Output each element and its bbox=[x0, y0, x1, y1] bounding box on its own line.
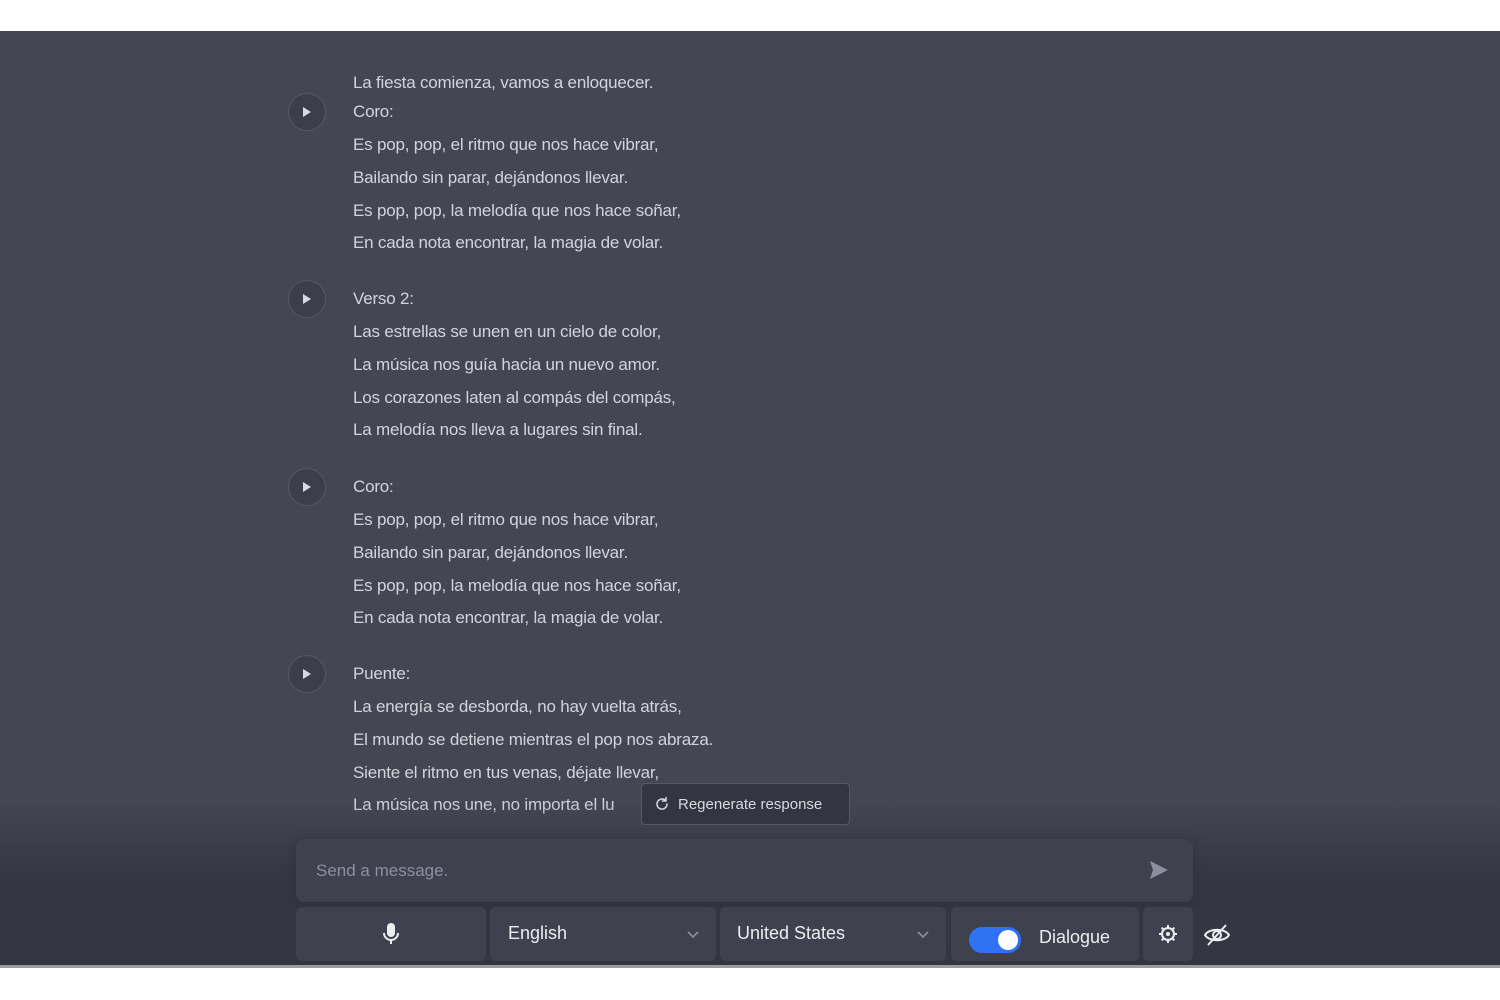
lyric-line: Es pop, pop, el ritmo que nos hace vibra… bbox=[353, 135, 659, 154]
lyric-line: La melodía nos lleva a lugares sin final… bbox=[353, 420, 643, 439]
window-bottom-border bbox=[0, 965, 1500, 968]
stanza-heading: Coro: bbox=[353, 102, 394, 121]
play-icon bbox=[303, 669, 311, 679]
lyric-line: Es pop, pop, la melodía que nos hace soñ… bbox=[353, 576, 681, 595]
stanza-heading: Coro: bbox=[353, 477, 394, 496]
chevron-down-icon bbox=[917, 931, 929, 939]
send-icon[interactable] bbox=[1148, 859, 1170, 881]
lyric-line: Es pop, pop, el ritmo que nos hace vibra… bbox=[353, 510, 659, 529]
lyric-line: La energía se desborda, no hay vuelta at… bbox=[353, 697, 682, 716]
play-icon bbox=[303, 294, 311, 304]
stanza-heading: Puente: bbox=[353, 664, 411, 683]
play-icon bbox=[303, 482, 311, 492]
stanza-2: Verso 2: Las estrellas se unen en un cie… bbox=[0, 280, 1000, 450]
lyric-line: El mundo se detiene mientras el pop nos … bbox=[353, 730, 714, 749]
settings-button[interactable] bbox=[1143, 907, 1193, 961]
play-button[interactable] bbox=[288, 655, 326, 693]
intro-line: La fiesta comienza, vamos a enloquecer. bbox=[353, 73, 654, 92]
dialogue-toggle[interactable] bbox=[969, 927, 1021, 953]
eye-slash-icon[interactable] bbox=[1203, 923, 1231, 947]
play-button[interactable] bbox=[288, 280, 326, 318]
lyric-line: La música nos une, no importa el lu bbox=[353, 795, 615, 814]
dialogue-toggle-container: Dialogue bbox=[951, 907, 1139, 961]
lyric-line: Es pop, pop, la melodía que nos hace soñ… bbox=[353, 201, 681, 220]
chevron-down-icon bbox=[687, 931, 699, 939]
lyric-line: Los corazones laten al compás del compás… bbox=[353, 388, 676, 407]
lyric-line: En cada nota encontrar, la magia de vola… bbox=[353, 233, 664, 252]
toggle-knob bbox=[998, 930, 1018, 950]
lyric-line: Las estrellas se unen en un cielo de col… bbox=[353, 322, 661, 341]
chat-window: La fiesta comienza, vamos a enloquecer. … bbox=[0, 31, 1500, 965]
language-value: English bbox=[508, 923, 568, 943]
regenerate-response-button[interactable]: Regenerate response bbox=[641, 783, 850, 825]
stanza-4: Puente: La energía se desborda, no hay v… bbox=[0, 655, 1000, 825]
microphone-button[interactable] bbox=[296, 907, 486, 961]
message-composer bbox=[296, 839, 1193, 902]
play-button[interactable] bbox=[288, 93, 326, 131]
stanza-heading: Verso 2: bbox=[353, 289, 414, 308]
play-button[interactable] bbox=[288, 468, 326, 506]
language-select[interactable]: English bbox=[490, 907, 716, 961]
lyric-line: Siente el ritmo en tus venas, déjate lle… bbox=[353, 763, 659, 782]
regenerate-label: Regenerate response bbox=[678, 795, 823, 813]
lyric-line: Bailando sin parar, dejándonos llevar. bbox=[353, 168, 628, 187]
dialogue-label: Dialogue bbox=[1039, 927, 1111, 947]
gear-icon bbox=[1159, 925, 1177, 943]
refresh-icon bbox=[656, 796, 668, 810]
play-icon bbox=[303, 107, 311, 117]
lyric-line: En cada nota encontrar, la magia de vola… bbox=[353, 608, 664, 627]
country-select[interactable]: United States bbox=[720, 907, 946, 961]
country-value: United States bbox=[737, 923, 846, 943]
lyric-line: Bailando sin parar, dejándonos llevar. bbox=[353, 543, 628, 562]
stanza-1: Coro: Es pop, pop, el ritmo que nos hace… bbox=[0, 93, 1000, 263]
message-input[interactable] bbox=[314, 851, 1118, 891]
microphone-icon bbox=[383, 923, 399, 944]
lyric-line: La música nos guía hacia un nuevo amor. bbox=[353, 355, 660, 374]
stanza-3: Coro: Es pop, pop, el ritmo que nos hace… bbox=[0, 468, 1000, 638]
